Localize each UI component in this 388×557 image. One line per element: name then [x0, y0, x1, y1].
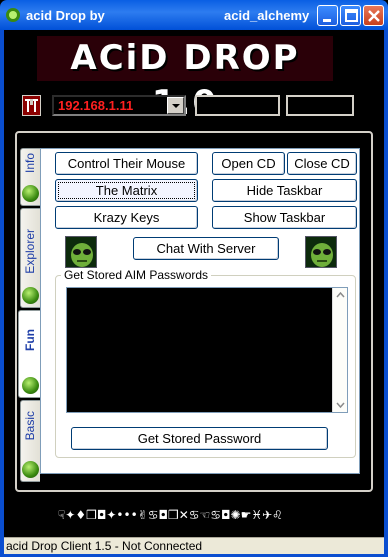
- gem-icon: [22, 185, 39, 202]
- alien-face-icon: [65, 236, 97, 268]
- status-bar: acid Drop Client 1.5 - Not Connected: [4, 537, 384, 554]
- tab-fun[interactable]: Fun: [18, 310, 41, 398]
- extra-field[interactable]: [286, 95, 354, 116]
- matrix-button[interactable]: The Matrix: [55, 179, 198, 202]
- close-cd-button[interactable]: Close CD: [287, 152, 357, 175]
- maximize-button[interactable]: [340, 5, 361, 26]
- control-mouse-button[interactable]: Control Their Mouse: [55, 152, 198, 175]
- ip-address-dropdown[interactable]: 192.168.1.11: [52, 95, 186, 116]
- scroll-up-icon[interactable]: [333, 288, 348, 303]
- tab-explorer-label: Explorer: [23, 229, 37, 274]
- app-icon: [5, 7, 21, 23]
- decorative-glyph-text: ☟✦♦❒◘✦•••✌♋◘❒✕♋☜♋◘✺☛♓✈♌: [58, 508, 283, 522]
- krazy-keys-button[interactable]: Krazy Keys: [55, 206, 198, 229]
- gem-icon: [22, 377, 39, 394]
- passwords-output[interactable]: [66, 287, 348, 413]
- tab-info[interactable]: Info: [20, 148, 40, 206]
- tab-fun-label: Fun: [23, 329, 37, 351]
- chevron-down-icon[interactable]: [167, 97, 184, 114]
- title-bar[interactable]: acid Drop by acid_alchemy: [0, 0, 388, 30]
- minimize-button[interactable]: [317, 5, 338, 26]
- window-title: acid Drop by: [26, 8, 105, 23]
- close-button[interactable]: [363, 5, 384, 26]
- tab-info-label: Info: [23, 153, 37, 174]
- passwords-scrollbar[interactable]: [332, 288, 347, 412]
- close-icon: [368, 10, 380, 22]
- tab-basic[interactable]: Basic: [20, 400, 40, 482]
- window-author: acid_alchemy: [224, 8, 310, 23]
- ip-address-value: 192.168.1.11: [58, 98, 134, 113]
- open-cd-button[interactable]: Open CD: [212, 152, 285, 175]
- tab-explorer[interactable]: Explorer: [20, 208, 40, 308]
- connect-tool-icon[interactable]: [22, 95, 41, 116]
- hide-taskbar-button[interactable]: Hide Taskbar: [212, 179, 357, 202]
- gem-icon: [22, 287, 39, 304]
- maximize-icon: [345, 9, 358, 22]
- aim-passwords-group-title: Get Stored AIM Passwords: [61, 268, 212, 282]
- scroll-down-icon[interactable]: [333, 397, 348, 412]
- tab-basic-label: Basic: [23, 411, 37, 441]
- get-stored-password-button[interactable]: Get Stored Password: [71, 427, 328, 450]
- app-logo: ACiD DROP 1.0: [37, 36, 333, 123]
- chat-with-server-button[interactable]: Chat With Server: [133, 237, 279, 260]
- alien-face-icon: [305, 236, 337, 268]
- gem-icon: [22, 461, 39, 478]
- show-taskbar-button[interactable]: Show Taskbar: [212, 206, 357, 229]
- minimize-icon: [323, 19, 331, 22]
- port-field[interactable]: [195, 95, 280, 116]
